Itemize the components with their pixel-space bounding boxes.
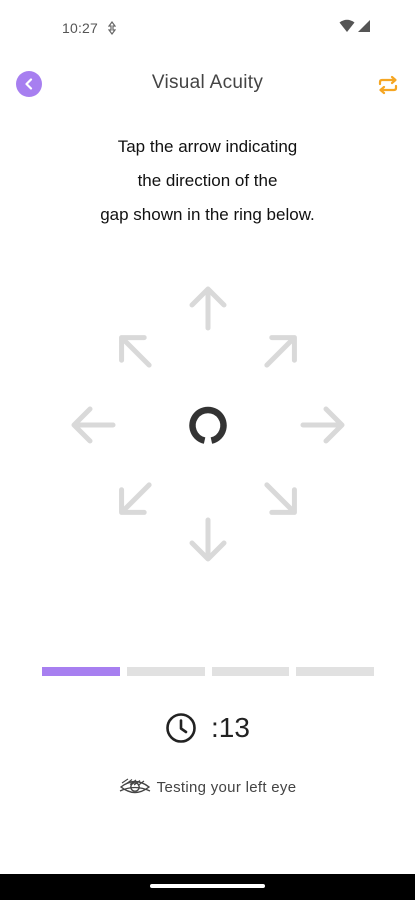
data-saver-icon xyxy=(108,21,116,35)
switch-eye-button[interactable] xyxy=(375,72,401,98)
status-bar: 10:27 xyxy=(0,0,415,56)
clock-icon xyxy=(166,713,196,743)
arrow-down-icon xyxy=(189,517,227,562)
progress-segment xyxy=(296,667,374,676)
wifi-icon xyxy=(339,19,355,32)
countdown-timer: :13 xyxy=(0,706,415,750)
swap-icon xyxy=(378,75,398,95)
status-time: 10:27 xyxy=(62,20,99,36)
progress-segment xyxy=(126,667,205,676)
page-title: Visual Acuity xyxy=(151,72,264,93)
eye-covered-icon xyxy=(119,778,150,794)
system-navigation-bar xyxy=(0,874,415,900)
instruction-text: Tap the arrow indicating the direction o… xyxy=(40,130,375,232)
app-header: Visual Acuity xyxy=(0,62,415,106)
instruction-line: gap shown in the ring below. xyxy=(100,205,315,224)
arrow-up-button[interactable] xyxy=(183,283,233,333)
eye-status-text: Testing your left eye xyxy=(156,778,297,796)
progress-segment xyxy=(42,667,120,676)
instruction-line: the direction of the xyxy=(137,171,278,190)
progress-segment xyxy=(211,667,290,676)
eye-status: Testing your left eye xyxy=(0,774,415,800)
acuity-test-area xyxy=(0,270,415,580)
arrow-right-button[interactable] xyxy=(298,400,348,450)
arrow-up-right-button[interactable] xyxy=(256,326,306,376)
landolt-ring xyxy=(189,406,227,444)
arrow-down-right-button[interactable] xyxy=(256,474,306,524)
arrow-up-left-button[interactable] xyxy=(110,326,160,376)
signal-icon xyxy=(358,20,370,32)
timer-value: :13 xyxy=(211,712,250,743)
arrow-down-right-icon xyxy=(264,482,297,515)
arrow-up-right-icon xyxy=(264,335,297,368)
arrow-right-icon xyxy=(300,406,345,444)
arrow-down-left-icon xyxy=(119,482,152,515)
arrow-up-icon xyxy=(189,286,227,331)
arrow-left-icon xyxy=(71,406,116,444)
arrow-up-left-icon xyxy=(119,335,152,368)
instruction-line: Tap the arrow indicating xyxy=(117,137,298,156)
test-progress-bar xyxy=(42,667,374,677)
status-icons xyxy=(339,19,371,33)
home-indicator[interactable] xyxy=(150,884,265,888)
arrow-left-button[interactable] xyxy=(68,400,118,450)
arrow-down-left-button[interactable] xyxy=(110,474,160,524)
arrow-down-button[interactable] xyxy=(183,515,233,565)
